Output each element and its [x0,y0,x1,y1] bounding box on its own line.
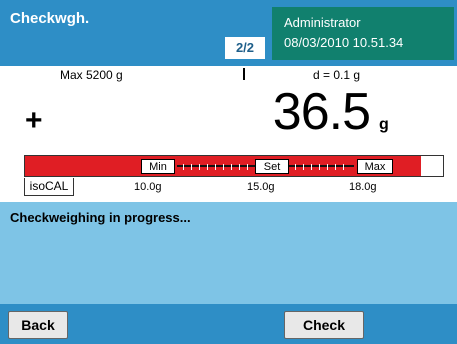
tick-mark [303,164,304,170]
header-bar: Checkwgh. 2/2 Administrator 08/03/2010 1… [0,0,457,66]
set-value: 15.0g [247,181,275,193]
tick-mark [327,164,328,170]
tick-mark [319,164,320,170]
tick-mark [231,164,232,170]
weight-value: 36.5 [272,83,371,141]
tick-mark [183,164,184,170]
weight-unit: g [379,116,389,133]
min-marker: Min [141,159,175,174]
back-button[interactable]: Back [8,311,68,339]
max-value: 18.0g [349,181,377,193]
app-title: Checkwgh. [10,10,90,27]
set-marker: Set [255,159,289,174]
tick-mark [335,164,336,170]
tick-mark [247,164,248,170]
tick-mark [311,164,312,170]
tick-mark [343,164,344,170]
datetime: 08/03/2010 10.51.34 [284,35,404,50]
tick-mark [207,164,208,170]
readability: d = 0.1 g [313,68,361,82]
tick-mark [215,164,216,170]
weight-sign: + [25,104,43,137]
min-value: 10.0g [134,181,162,193]
max-capacity: Max 5200 g [60,68,123,82]
user-name: Administrator [284,15,361,30]
max-marker: Max [357,159,393,174]
page-indicator[interactable]: 2/2 [225,37,265,59]
isocal-indicator: isoCAL [24,178,74,196]
status-message: Checkweighing in progress... [10,210,191,225]
tick-mark [295,164,296,170]
check-button[interactable]: Check [284,311,364,339]
user-info-box: Administrator 08/03/2010 10.51.34 [272,7,454,60]
footer-bar: Back Check [0,304,457,344]
tolerance-bar: Min Set Max [24,155,444,177]
tick-mark [199,164,200,170]
tolerance-labels: isoCAL 10.0g 15.0g 18.0g [24,178,444,196]
capacity-divider [243,68,245,80]
tick-mark [191,164,192,170]
tick-mark [223,164,224,170]
status-panel: Checkweighing in progress... [0,202,457,304]
tick-mark [239,164,240,170]
